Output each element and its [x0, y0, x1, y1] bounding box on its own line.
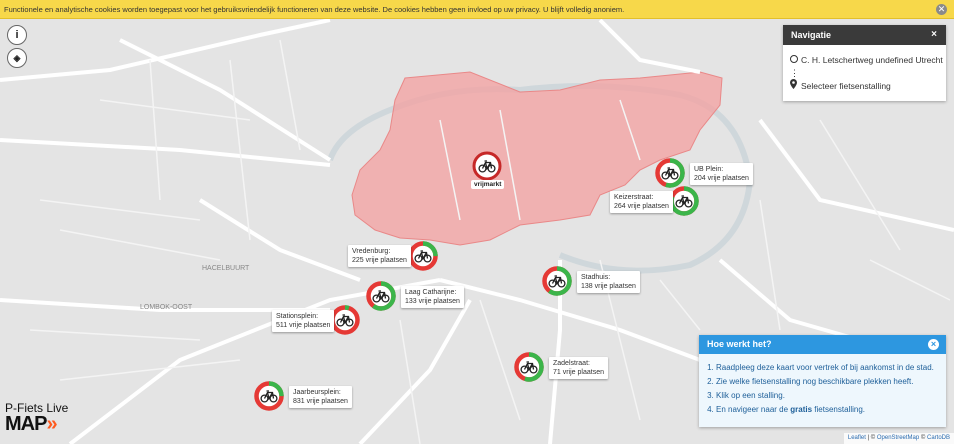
close-icon[interactable]: × — [929, 30, 939, 40]
stall-free: 831 vrije plaatsen — [293, 398, 348, 405]
help-steps: Raadpleeg deze kaart voor vertrek of bij… — [699, 361, 946, 417]
stall-name: Stationsplein: — [276, 313, 319, 320]
vertical-dots-icon: ⋮ — [790, 68, 799, 78]
origin-text: C. H. Letschertweg undefined Utrecht — [801, 55, 943, 65]
stall-marker-stationsplein[interactable] — [330, 305, 360, 335]
availability-ring — [542, 266, 572, 296]
map-pin-icon — [790, 79, 797, 93]
brand-logo: P-Fiets Live MAP» — [5, 401, 85, 441]
help-header: Hoe werkt het? × — [699, 335, 946, 354]
stall-label[interactable]: Zadelstraat: 71 vrije plaatsen — [549, 357, 608, 379]
vrijmarkt-marker[interactable] — [472, 151, 502, 181]
stall-free: 133 vrije plaatsen — [405, 298, 460, 305]
availability-ring — [330, 305, 360, 335]
navigation-panel: Navigatie × C. H. Letschertweg undefined… — [783, 25, 946, 101]
availability-ring — [366, 281, 396, 311]
availability-ring — [669, 186, 699, 216]
navigation-title: Navigatie — [791, 30, 832, 40]
route-destination[interactable]: Selecteer fietsenstalling — [783, 79, 946, 93]
stall-free: 204 vrije plaatsen — [694, 175, 749, 182]
navigation-header: Navigatie × — [783, 25, 946, 45]
help-title: Hoe werkt het? — [707, 339, 772, 349]
stall-free: 138 vrije plaatsen — [581, 283, 636, 290]
destination-text: Selecteer fietsenstalling — [801, 81, 891, 91]
stall-name: Keizerstraat: — [614, 194, 654, 201]
availability-ring — [514, 352, 544, 382]
cookie-text: Functionele en analytische cookies worde… — [4, 5, 625, 14]
stall-label[interactable]: Vredenburg: 225 vrije plaatsen — [348, 245, 411, 267]
stall-name: Jaarbeursplein: — [293, 389, 341, 396]
stall-marker-jaarbeursplein[interactable] — [254, 381, 284, 411]
osm-link[interactable]: OpenStreetMap — [877, 435, 919, 441]
stall-label[interactable]: Laag Catharijne: 133 vrije plaatsen — [401, 286, 464, 308]
route-separator: ⋮ — [783, 67, 946, 79]
brand-logo-mark: MAP» — [5, 413, 58, 435]
stall-marker-keizerstraat[interactable] — [669, 186, 699, 216]
stall-name: UB Plein: — [694, 166, 724, 173]
stall-marker-zadelstraat[interactable] — [514, 352, 544, 382]
carto-link[interactable]: CartoDB — [927, 435, 950, 441]
stall-label[interactable]: Keizerstraat: 264 vrije plaatsen — [610, 191, 673, 213]
help-step: Raadpleeg deze kaart voor vertrek of bij… — [716, 361, 946, 375]
availability-ring — [655, 158, 685, 188]
help-step: En navigeer naar de gratis fietsenstalli… — [716, 403, 946, 417]
stall-name: Laag Catharijne: — [405, 289, 457, 296]
availability-ring — [408, 241, 438, 271]
stall-free: 225 vrije plaatsen — [352, 257, 407, 264]
stall-label[interactable]: Stationsplein: 511 vrije plaatsen — [272, 310, 335, 332]
cookie-banner: Functionele en analytische cookies worde… — [0, 0, 954, 19]
help-step: Zie welke fietsenstalling nog beschikbar… — [716, 375, 946, 389]
availability-ring — [254, 381, 284, 411]
circle-icon — [790, 53, 798, 67]
district-label: LOMBOK-OOST — [140, 304, 193, 311]
stall-marker-ub-plein[interactable] — [655, 158, 685, 188]
map-attribution: Leaflet | © OpenStreetMap © CartoDB — [843, 433, 954, 444]
stall-name: Vredenburg: — [352, 248, 391, 255]
stall-free: 71 vrije plaatsen — [553, 369, 604, 376]
close-icon[interactable]: ✕ — [936, 4, 947, 15]
help-step: Klik op een stalling. — [716, 389, 946, 403]
stall-name: Zadelstraat: — [553, 360, 590, 367]
directions-icon[interactable]: ◈ — [7, 48, 27, 68]
stall-marker-laag-catharijne[interactable] — [366, 281, 396, 311]
stall-free: 511 vrije plaatsen — [276, 322, 331, 329]
stall-marker-vredenburg[interactable] — [408, 241, 438, 271]
vrijmarkt-label: vrijmarkt — [471, 180, 505, 189]
stall-label[interactable]: UB Plein: 204 vrije plaatsen — [690, 163, 753, 185]
stall-free: 264 vrije plaatsen — [614, 203, 669, 210]
stall-label[interactable]: Jaarbeursplein: 831 vrije plaatsen — [289, 386, 352, 408]
info-icon[interactable]: i — [7, 25, 27, 45]
stall-marker-stadhuis[interactable] — [542, 266, 572, 296]
stall-name: Stadhuis: — [581, 274, 611, 281]
leaflet-link[interactable]: Leaflet — [848, 435, 866, 441]
help-panel: Hoe werkt het? × Raadpleeg deze kaart vo… — [699, 335, 946, 427]
close-icon[interactable]: × — [928, 339, 939, 350]
district-label: HACELBUURT — [202, 265, 250, 272]
route-origin[interactable]: C. H. Letschertweg undefined Utrecht — [783, 53, 946, 67]
stall-label[interactable]: Stadhuis: 138 vrije plaatsen — [577, 271, 640, 293]
